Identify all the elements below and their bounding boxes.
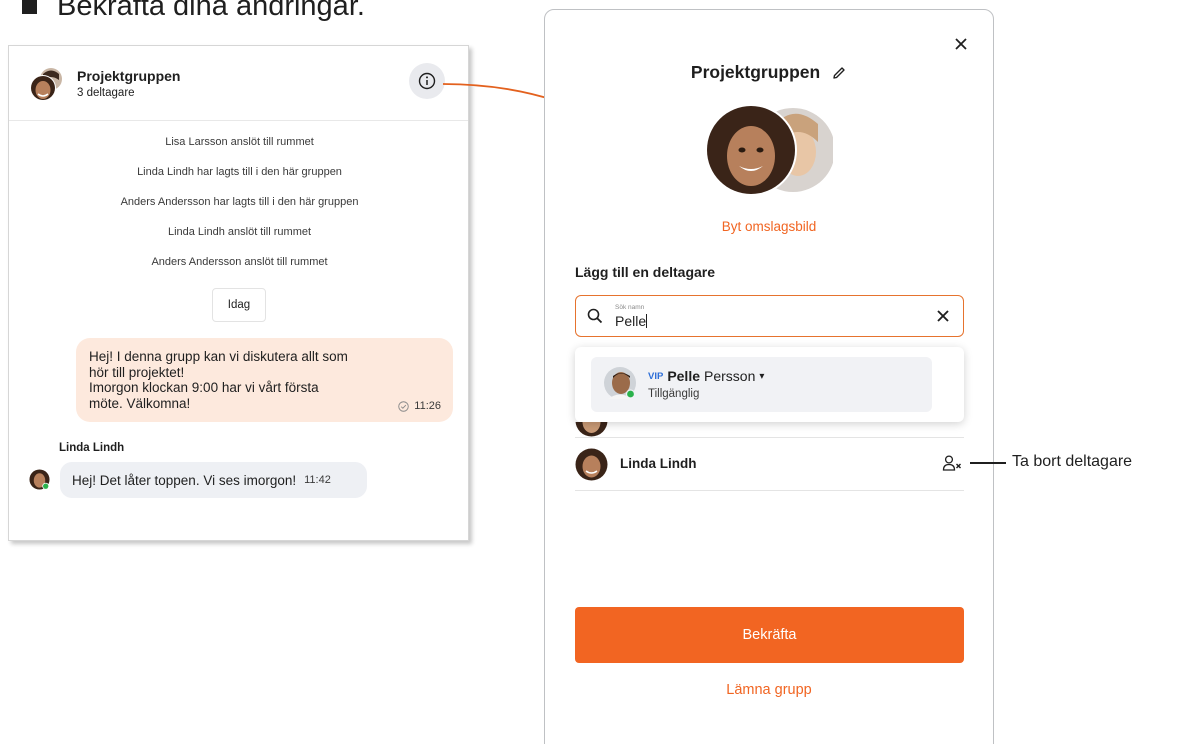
text-caret xyxy=(646,314,648,328)
search-value[interactable]: Pelle xyxy=(615,313,648,329)
result-avatar xyxy=(604,367,636,399)
remove-participant-icon[interactable] xyxy=(942,454,962,472)
group-title: Projektgruppen xyxy=(545,62,993,83)
result-name-line: VIP Pelle Persson ▾ xyxy=(648,368,764,384)
member-avatar xyxy=(575,422,608,437)
group-cover-image xyxy=(705,104,833,196)
remove-participant-callout: Ta bort deltagare xyxy=(1012,453,1133,470)
close-icon[interactable] xyxy=(951,34,971,54)
member-name: Linda Lindh xyxy=(620,456,697,471)
search-result-item[interactable]: VIP Pelle Persson ▾ Tillgänglig xyxy=(591,357,932,412)
callout-line xyxy=(970,462,1006,464)
result-status: Tillgänglig xyxy=(648,388,700,400)
change-cover-link[interactable]: Byt omslagsbild xyxy=(545,219,993,234)
search-results-dropdown: VIP Pelle Persson ▾ Tillgänglig xyxy=(575,347,964,422)
member-row: Linda Lindh xyxy=(575,438,964,490)
divider xyxy=(575,490,964,491)
result-first-name: Pelle xyxy=(667,368,701,384)
group-title-text: Projektgruppen xyxy=(690,62,821,82)
result-last-name: Persson xyxy=(704,368,756,384)
search-placeholder: Sök namn xyxy=(615,304,645,311)
edit-pencil-icon[interactable] xyxy=(831,65,847,81)
add-participant-label: Lägg till en deltagare xyxy=(575,264,716,280)
member-row-partial xyxy=(575,422,964,437)
leave-group-link[interactable]: Lämna grupp xyxy=(545,682,993,698)
search-icon xyxy=(587,308,603,324)
member-avatar xyxy=(575,448,608,481)
participant-search-input[interactable]: Sök namn Pelle xyxy=(575,295,964,337)
group-settings-panel: Projektgruppen Byt omslagsbild Lägg till… xyxy=(544,9,994,744)
confirm-button[interactable]: Bekräfta xyxy=(575,607,964,663)
clear-search-icon[interactable] xyxy=(936,309,950,323)
vip-badge: VIP xyxy=(648,370,664,382)
result-expand-caret[interactable]: ▾ xyxy=(759,371,764,382)
